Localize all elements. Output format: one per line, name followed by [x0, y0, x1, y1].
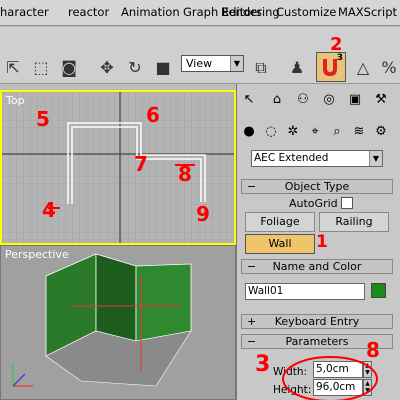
display-tab-icon[interactable]: ▣ [345, 90, 365, 110]
view-select-value: View [186, 57, 213, 70]
chevron-down-icon: ▼ [369, 151, 382, 166]
annotation-2: 2 [330, 34, 343, 55]
height-spinner[interactable]: ▲ ▼ [363, 379, 372, 396]
hierarchy-tab-icon[interactable]: ⚇ [293, 90, 313, 110]
menu-rendering[interactable]: Rendering [221, 5, 280, 19]
object-name-field[interactable]: Wall01 [245, 283, 365, 300]
percent-snap-icon[interactable]: % [378, 57, 400, 79]
width-field[interactable]: 5,0cm [313, 361, 363, 378]
annotation-3: 3 [255, 352, 271, 377]
chevron-down-icon: ▼ [230, 56, 243, 71]
lights-icon[interactable]: ✲ [283, 122, 303, 142]
wall-button[interactable]: Wall [245, 234, 315, 254]
annotation-4: 4 [42, 198, 56, 222]
helpers-icon[interactable]: ⌕ [327, 122, 347, 142]
object-type-rollout[interactable]: − Object Type [241, 179, 393, 194]
scale-icon[interactable]: ■ [152, 57, 174, 79]
name-color-rollout[interactable]: − Name and Color [241, 259, 393, 274]
foliage-button[interactable]: Foliage [245, 212, 315, 232]
menu-reactor[interactable]: reactor [68, 5, 109, 19]
shapes-icon[interactable]: ◌ [261, 122, 281, 142]
keyboard-entry-rollout[interactable]: + Keyboard Entry [241, 314, 393, 329]
menu-animation[interactable]: Animation [121, 5, 180, 19]
name-color-title: Name and Color [272, 260, 362, 273]
annotation-6: 6 [146, 103, 160, 127]
menu-bar: haracter reactor Animation Graph Editors… [0, 0, 400, 26]
figure-icon[interactable]: ♟ [286, 57, 308, 79]
perspective-viewport[interactable]: Perspective [0, 245, 236, 400]
spacewarps-icon[interactable]: ≋ [349, 122, 369, 142]
perspective-viewport-label: Perspective [5, 248, 69, 261]
annotation-7: 7 [134, 152, 148, 176]
object-color-swatch[interactable] [371, 283, 386, 298]
height-field[interactable]: 96,0cm [313, 379, 363, 396]
annotation-9: 9 [196, 202, 210, 226]
top-viewport-label: Top [6, 94, 25, 107]
cameras-icon[interactable]: ⌖ [305, 122, 325, 142]
annotation-1: 1 [316, 232, 328, 252]
menu-maxscript[interactable]: MAXScript [338, 5, 397, 19]
select-object-icon[interactable]: ⇱ [2, 57, 24, 79]
select-region-icon[interactable]: ⬚ [30, 57, 52, 79]
angle-snap-icon[interactable]: △ [352, 57, 374, 79]
utilities-tab-icon[interactable]: ⚒ [371, 90, 391, 110]
modify-tab-icon[interactable]: ⌂ [267, 90, 287, 110]
annotation-8: 8 [178, 162, 192, 186]
perspective-scene [12, 253, 192, 387]
reference-coord-select[interactable]: View ▼ [181, 55, 244, 72]
mirror-icon[interactable]: ⧉ [250, 57, 272, 79]
menu-character[interactable]: haracter [0, 5, 49, 19]
move-icon[interactable]: ✥ [96, 57, 118, 79]
autogrid-checkbox[interactable] [341, 197, 353, 209]
annotation-5: 5 [36, 107, 50, 131]
systems-icon[interactable]: ⚙ [371, 122, 391, 142]
create-tab-icon[interactable]: ↖ [239, 90, 259, 110]
window-crossing-icon[interactable]: ◙ [58, 57, 80, 79]
parameters-title: Parameters [285, 335, 349, 348]
railing-button[interactable]: Railing [319, 212, 389, 232]
autogrid-label: AutoGrid [289, 197, 338, 210]
motion-tab-icon[interactable]: ◎ [319, 90, 339, 110]
category-select[interactable]: AEC Extended ▼ [251, 150, 383, 167]
object-type-title: Object Type [284, 180, 350, 193]
geometry-icon[interactable]: ● [239, 122, 259, 142]
rotate-icon[interactable]: ↻ [124, 57, 146, 79]
annotation-8b: 8 [366, 338, 380, 362]
width-label: Width: [273, 366, 308, 378]
menu-customize[interactable]: Customize [276, 5, 336, 19]
height-label: Height: [273, 384, 312, 396]
keyboard-entry-title: Keyboard Entry [274, 315, 360, 328]
width-spinner[interactable]: ▲ ▼ [363, 361, 372, 378]
snap-toggle-button[interactable]: 3 [316, 52, 346, 82]
category-value: AEC Extended [254, 152, 329, 164]
